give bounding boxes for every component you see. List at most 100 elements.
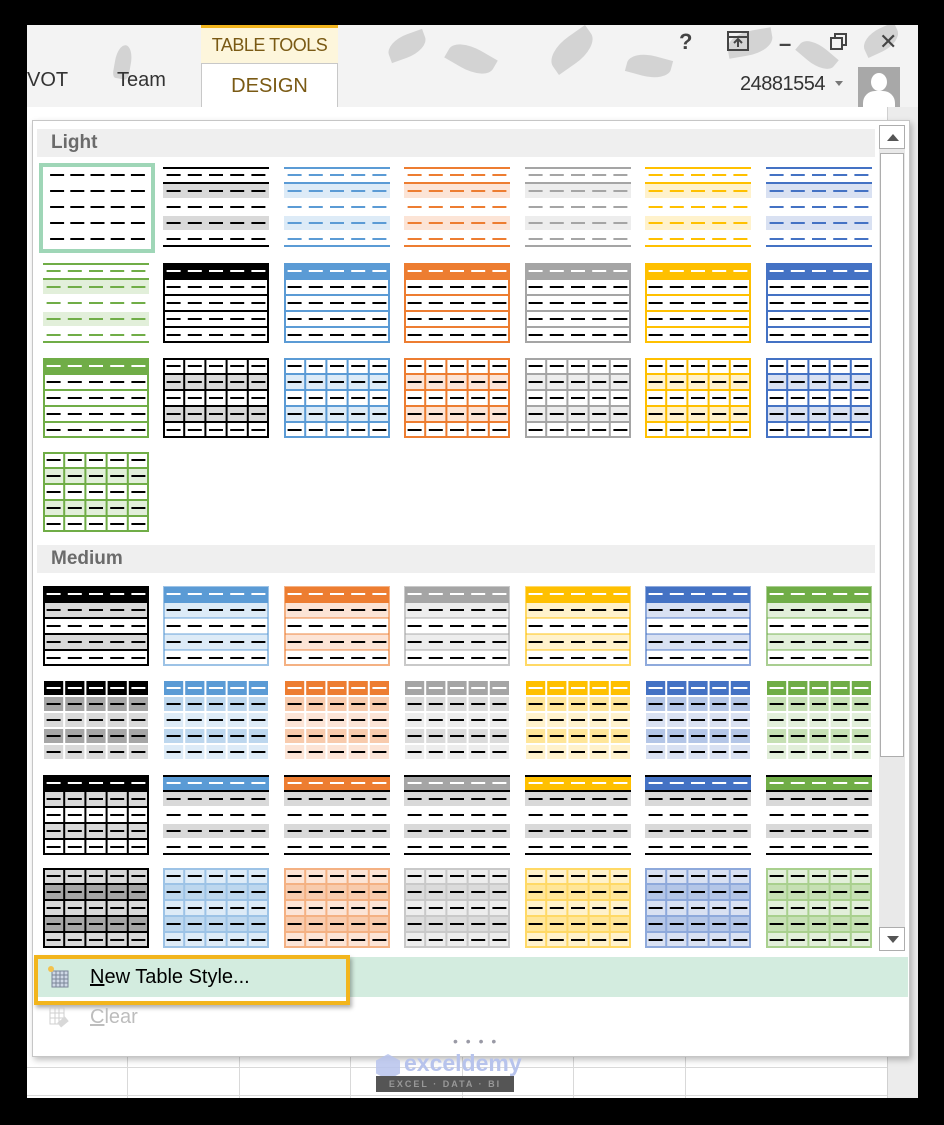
avatar[interactable]: [858, 67, 900, 109]
table-style-thumbnail[interactable]: [525, 775, 633, 857]
table-style-thumbnail[interactable]: [766, 167, 874, 249]
table-style-thumbnail[interactable]: [645, 263, 753, 345]
table-style-thumbnail[interactable]: [43, 775, 151, 857]
table-style-thumbnail[interactable]: [284, 680, 392, 762]
watermark-brand: exceldemy: [404, 1050, 522, 1076]
account-dropdown-icon[interactable]: [835, 81, 843, 86]
table-style-preview-icon: [163, 263, 269, 343]
restore-button[interactable]: [829, 31, 849, 57]
clear-table-style-icon: [49, 1007, 69, 1028]
table-tools-context-label: TABLE TOOLS: [201, 25, 338, 63]
table-style-thumbnail[interactable]: [163, 868, 271, 950]
table-style-preview-icon: [163, 775, 269, 855]
table-style-thumbnail[interactable]: [645, 167, 753, 249]
table-style-preview-icon: [44, 681, 148, 759]
watermark-tagline: EXCEL · DATA · BI: [376, 1076, 514, 1092]
help-button[interactable]: ?: [679, 29, 692, 55]
table-style-preview-icon: [645, 586, 751, 666]
gridline: [685, 1057, 686, 1098]
tab-team[interactable]: Team: [117, 69, 166, 92]
table-style-thumbnail[interactable]: [766, 263, 874, 345]
table-style-preview-icon: [284, 358, 390, 438]
table-style-thumbnail[interactable]: [645, 680, 753, 762]
table-style-thumbnail[interactable]: [404, 263, 512, 345]
table-style-thumbnail[interactable]: [43, 358, 151, 440]
tab-pivot[interactable]: VOT: [27, 69, 68, 92]
table-style-preview-icon: [645, 263, 751, 343]
table-style-thumbnail[interactable]: [525, 586, 633, 668]
table-style-preview-icon: [645, 358, 751, 438]
ribbon-display-options-button[interactable]: [727, 31, 749, 57]
table-style-thumbnail[interactable]: [43, 263, 151, 345]
table-style-preview-icon: [525, 167, 631, 247]
new-table-style-menu-item[interactable]: New Table Style...: [34, 955, 908, 1005]
close-button[interactable]: ✕: [879, 29, 897, 55]
table-style-preview-icon: [43, 263, 149, 343]
table-style-thumbnail[interactable]: [284, 586, 392, 668]
table-style-thumbnail[interactable]: [645, 358, 753, 440]
table-style-thumbnail[interactable]: [163, 775, 271, 857]
table-style-preview-icon: [284, 263, 390, 343]
table-style-preview-icon: [766, 586, 872, 666]
table-style-thumbnail[interactable]: [284, 358, 392, 440]
scrollbar-thumb[interactable]: [880, 153, 904, 757]
table-style-thumbnail[interactable]: [284, 868, 392, 950]
table-style-thumbnail[interactable]: [525, 868, 633, 950]
table-style-preview-icon: [766, 167, 872, 247]
gridline: [573, 1057, 574, 1098]
table-style-thumbnail[interactable]: [766, 775, 874, 857]
table-style-thumbnail[interactable]: [284, 263, 392, 345]
table-style-thumbnail[interactable]: [645, 868, 753, 950]
table-style-preview-icon: [766, 775, 872, 855]
table-style-preview-icon: [163, 586, 269, 666]
table-style-thumbnail[interactable]: [43, 680, 151, 762]
table-style-thumbnail[interactable]: [645, 775, 753, 857]
table-style-thumbnail[interactable]: [39, 163, 155, 253]
table-style-thumbnail[interactable]: [766, 868, 874, 950]
clear-menu-item[interactable]: Clear: [34, 997, 908, 1037]
close-icon: ✕: [879, 29, 898, 54]
table-style-thumbnail[interactable]: [404, 358, 512, 440]
table-style-thumbnail[interactable]: [645, 586, 753, 668]
table-style-preview-icon: [284, 167, 390, 247]
table-style-thumbnail[interactable]: [766, 680, 874, 762]
table-style-thumbnail[interactable]: [284, 167, 392, 249]
table-style-thumbnail[interactable]: [404, 868, 512, 950]
table-style-preview-icon: [766, 263, 872, 343]
table-style-thumbnail[interactable]: [766, 586, 874, 668]
table-style-thumbnail[interactable]: [766, 358, 874, 440]
table-style-preview-icon: [525, 263, 631, 343]
table-style-thumbnail[interactable]: [163, 263, 271, 345]
table-style-preview-icon: [404, 358, 510, 438]
table-style-thumbnail[interactable]: [43, 586, 151, 668]
user-account-name[interactable]: 24881554: [740, 73, 825, 96]
table-style-thumbnail[interactable]: [404, 680, 512, 762]
table-style-thumbnail[interactable]: [163, 167, 271, 249]
table-style-thumbnail[interactable]: [525, 167, 633, 249]
resize-grip[interactable]: • • • •: [453, 1033, 498, 1049]
scroll-down-button[interactable]: [879, 927, 905, 951]
table-style-thumbnail[interactable]: [163, 680, 271, 762]
gallery-scrollbar[interactable]: [879, 125, 905, 951]
table-style-thumbnail[interactable]: [525, 263, 633, 345]
table-style-thumbnail[interactable]: [163, 358, 271, 440]
table-style-preview-icon: [766, 358, 872, 438]
table-style-thumbnail[interactable]: [163, 586, 271, 668]
table-style-thumbnail[interactable]: [284, 775, 392, 857]
table-style-preview-icon: [50, 174, 145, 240]
table-style-preview-icon: [404, 263, 510, 343]
table-style-preview-icon: [43, 358, 149, 438]
table-style-thumbnail[interactable]: [525, 680, 633, 762]
table-style-thumbnail[interactable]: [404, 775, 512, 857]
minimize-button[interactable]: –: [779, 31, 791, 57]
table-style-thumbnail[interactable]: [43, 868, 151, 950]
table-style-thumbnail[interactable]: [43, 452, 151, 534]
table-style-preview-icon: [646, 681, 750, 759]
table-style-thumbnail[interactable]: [525, 358, 633, 440]
table-style-thumbnail[interactable]: [404, 586, 512, 668]
tab-design[interactable]: DESIGN: [201, 63, 338, 107]
decorative-leaf: [544, 25, 600, 75]
table-style-preview-icon: [404, 586, 510, 666]
table-style-thumbnail[interactable]: [404, 167, 512, 249]
scroll-up-button[interactable]: [879, 125, 905, 149]
